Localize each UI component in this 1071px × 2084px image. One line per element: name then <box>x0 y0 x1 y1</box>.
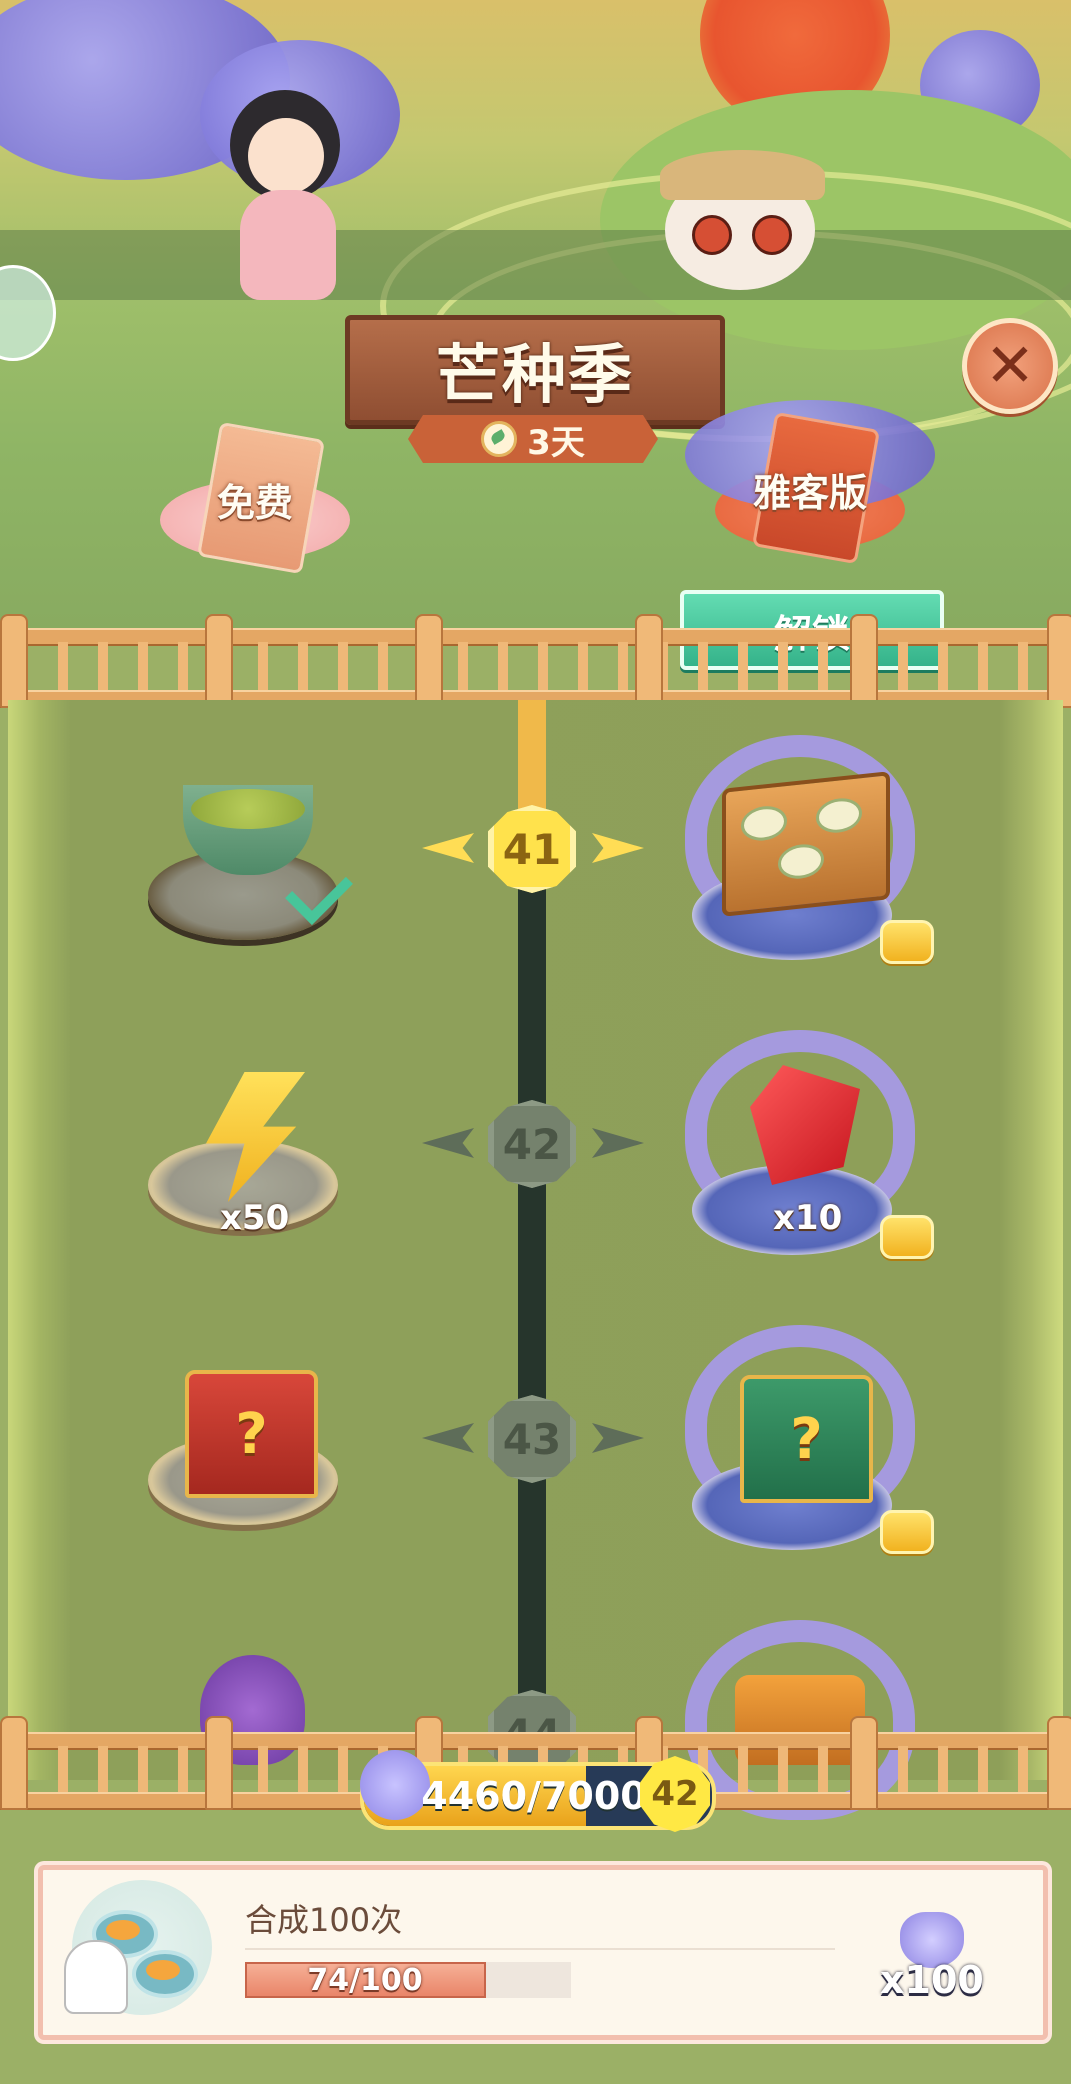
days-remaining-ribbon: 3天 <box>408 415 658 463</box>
girl-character-body <box>240 190 336 300</box>
level-number: 43 <box>502 1414 562 1464</box>
season-title: 芒种季 <box>436 339 634 413</box>
cat-eye <box>692 215 732 255</box>
task-progress-text: 74/100 <box>307 1962 423 1998</box>
top-fence <box>0 610 1071 708</box>
mystery-chest-green-icon[interactable]: ? <box>740 1375 873 1503</box>
question-mark-icon: ? <box>790 1406 823 1472</box>
premium-lock-icon <box>880 1215 934 1259</box>
free-reward-qty: x50 <box>220 1198 290 1238</box>
cat-eye <box>752 215 792 255</box>
task-title: 合成100次 <box>245 1901 403 1939</box>
question-mark-icon: ? <box>235 1401 268 1467</box>
cat-straw-hat <box>660 150 825 200</box>
season-title-plaque: 芒种季 <box>345 315 725 425</box>
level-number: 41 <box>502 824 562 874</box>
level-node-current: 41 <box>488 805 576 893</box>
merge-task-icon <box>64 1880 212 2015</box>
premium-tier-label: 雅客版 <box>752 471 867 515</box>
free-tier-label: 免费 <box>216 481 293 525</box>
close-icon: ✕ <box>984 331 1036 401</box>
task-reward-qty: x100 <box>880 1958 984 2002</box>
wooden-bridge <box>0 230 1071 300</box>
girl-character-face <box>248 118 324 194</box>
free-tier-header: 免费 <box>160 421 350 575</box>
days-remaining: 3天 <box>527 422 585 463</box>
pastry-box-icon[interactable] <box>722 771 890 917</box>
close-button[interactable]: ✕ <box>962 318 1058 414</box>
premium-lock-icon <box>880 920 934 964</box>
level-number: 42 <box>502 1119 562 1169</box>
hand-icon <box>64 1940 128 2014</box>
premium-tier-header: 雅客版 <box>685 400 935 565</box>
pass-level: 42 <box>651 1774 699 1814</box>
premium-reward-qty: x10 <box>773 1198 843 1238</box>
mystery-chest-red-icon[interactable]: ? <box>185 1370 318 1498</box>
premium-lock-icon <box>880 1510 934 1554</box>
leaf-icon <box>481 421 518 457</box>
task-divider <box>245 1948 835 1950</box>
